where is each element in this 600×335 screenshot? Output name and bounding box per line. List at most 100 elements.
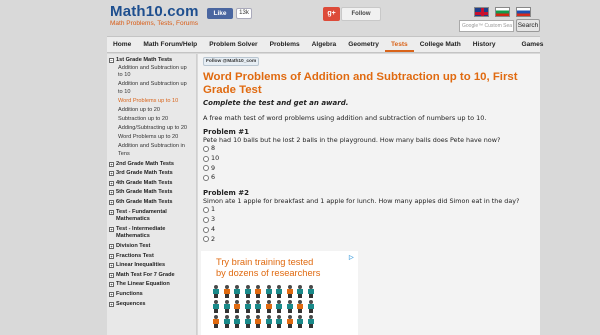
site-logo[interactable]: Math10.com Math Problems, Tests, Forums [110, 4, 202, 34]
ad-choices-icon[interactable]: ▷ [349, 254, 354, 261]
answer-option[interactable]: 6 [203, 173, 540, 183]
follow-button[interactable]: Follow [341, 7, 381, 21]
sidebar-item-active[interactable]: Word Problems up to 10 [107, 98, 196, 106]
search-button[interactable]: Search [516, 19, 540, 32]
expand-icon[interactable]: + [109, 190, 114, 196]
english-flag-icon[interactable] [474, 7, 489, 17]
person-icon [223, 315, 231, 328]
facebook-like-label: Like [213, 10, 227, 17]
sidebar-category[interactable]: + Test - Fundamental Mathematics [107, 209, 196, 224]
radio-button[interactable] [203, 145, 209, 152]
radio-button[interactable] [203, 207, 209, 214]
expand-icon[interactable]: + [109, 209, 114, 215]
radio-button[interactable] [203, 165, 209, 172]
nav-math-forum[interactable]: Math Forum/Help [137, 37, 203, 52]
nav-college-math[interactable]: College Math [414, 37, 467, 52]
collapse-icon[interactable]: − [109, 58, 114, 63]
intro-text: A free math test of word problems using … [203, 114, 487, 122]
answer-option[interactable]: 8 [203, 144, 540, 154]
sidebar-category[interactable]: +3rd Grade Math Tests [107, 170, 196, 178]
sidebar-category[interactable]: + The Linear Equation [107, 281, 196, 289]
sidebar-category[interactable]: −1st Grade Math Tests [107, 57, 196, 65]
person-icon [212, 315, 220, 328]
nav-games[interactable]: Games [501, 37, 549, 52]
sidebar-category[interactable]: + Division Test [107, 243, 196, 251]
person-icon [286, 315, 294, 328]
nav-problem-solver[interactable]: Problem Solver [203, 37, 263, 52]
person-icon [275, 300, 283, 313]
expand-icon[interactable]: + [109, 263, 114, 269]
person-icon [212, 285, 220, 298]
person-icon [233, 285, 241, 298]
radio-button[interactable] [203, 226, 209, 233]
nav-history[interactable]: History [467, 37, 502, 52]
sidebar-category[interactable]: +2nd Grade Math Tests [107, 161, 196, 169]
expand-icon[interactable]: + [109, 171, 114, 177]
person-icon [244, 285, 252, 298]
page-subtitle: Complete the test and get an award. [203, 99, 349, 107]
answer-option[interactable]: 10 [203, 154, 540, 164]
person-icon [212, 300, 220, 313]
person-icon [275, 285, 283, 298]
language-flags [474, 7, 531, 17]
sidebar-category[interactable]: + Fractions Test [107, 253, 196, 261]
sidebar-item[interactable]: Addition up to 20 [107, 107, 196, 115]
sidebar-category[interactable]: + Sequences [107, 301, 196, 309]
expand-icon[interactable]: + [109, 253, 114, 259]
sidebar-category[interactable]: + Linear Inequalities [107, 262, 196, 270]
google-plus-icon[interactable]: g+ [323, 7, 340, 21]
facebook-like-button[interactable]: Like [207, 8, 233, 19]
nav-tests[interactable]: Tests [384, 37, 414, 52]
bulgarian-flag-icon[interactable] [495, 7, 510, 17]
expand-icon[interactable]: + [109, 226, 114, 232]
sidebar-category[interactable]: + Functions [107, 291, 196, 299]
radio-button[interactable] [203, 175, 209, 182]
person-icon [254, 300, 262, 313]
problem-heading: Problem #1 [203, 128, 250, 136]
person-icon [296, 315, 304, 328]
expand-icon[interactable]: + [109, 161, 114, 167]
person-icon [307, 315, 315, 328]
person-icon [286, 285, 294, 298]
sidebar-item[interactable]: Word Problems up to 20 [107, 134, 196, 142]
sidebar-item[interactable]: Addition and Subtraction in Tens [107, 143, 196, 158]
answer-option[interactable]: 9 [203, 164, 540, 174]
sidebar-item[interactable]: Addition and Subtraction up to 10 [107, 81, 196, 96]
person-icon [244, 315, 252, 328]
nav-home[interactable]: Home [107, 37, 137, 52]
sidebar-category[interactable]: + Math Test For 7 Grade [107, 272, 196, 280]
answer-option[interactable]: 1 [203, 205, 540, 215]
sidebar-category[interactable]: +4th Grade Math Tests [107, 180, 196, 188]
advertisement[interactable]: Try brain training tested by dozens of r… [201, 251, 358, 335]
answer-option[interactable]: 3 [203, 215, 540, 225]
expand-icon[interactable]: + [109, 291, 114, 297]
expand-icon[interactable]: + [109, 243, 114, 249]
expand-icon[interactable]: + [109, 180, 114, 186]
answer-option[interactable]: 2 [203, 235, 540, 245]
logo-title: Math10.com [110, 3, 199, 20]
sidebar-item[interactable]: Addition and Subtraction up to 10 [107, 65, 196, 80]
nav-algebra[interactable]: Algebra [306, 37, 343, 52]
expand-icon[interactable]: + [109, 272, 114, 278]
sidebar-item[interactable]: Adding/Subtracting up to 20 [107, 125, 196, 133]
ad-people-illustration [212, 285, 317, 330]
answer-option[interactable]: 4 [203, 225, 540, 235]
person-icon [265, 300, 273, 313]
expand-icon[interactable]: + [109, 200, 114, 205]
radio-button[interactable] [203, 236, 209, 243]
nav-geometry[interactable]: Geometry [342, 37, 385, 52]
expand-icon[interactable]: + [109, 282, 114, 288]
sidebar-item[interactable]: Subtraction up to 20 [107, 116, 196, 124]
sidebar-category[interactable]: + Test - Intermediate Mathematics [107, 226, 196, 241]
expand-icon[interactable]: + [109, 301, 114, 307]
radio-button[interactable] [203, 216, 209, 223]
twitter-follow-button[interactable]: Follow @Math10_com [203, 57, 259, 66]
sidebar-category[interactable]: +5th Grade Math Tests [107, 189, 196, 197]
radio-button[interactable] [203, 155, 209, 162]
sidebar-category[interactable]: +6th Grade Math Tests [107, 199, 196, 207]
person-icon [254, 315, 262, 328]
person-icon [254, 285, 262, 298]
search-input[interactable]: Google™ Custom Sea [459, 20, 514, 32]
russian-flag-icon[interactable] [516, 7, 531, 17]
nav-problems[interactable]: Problems [264, 37, 306, 52]
